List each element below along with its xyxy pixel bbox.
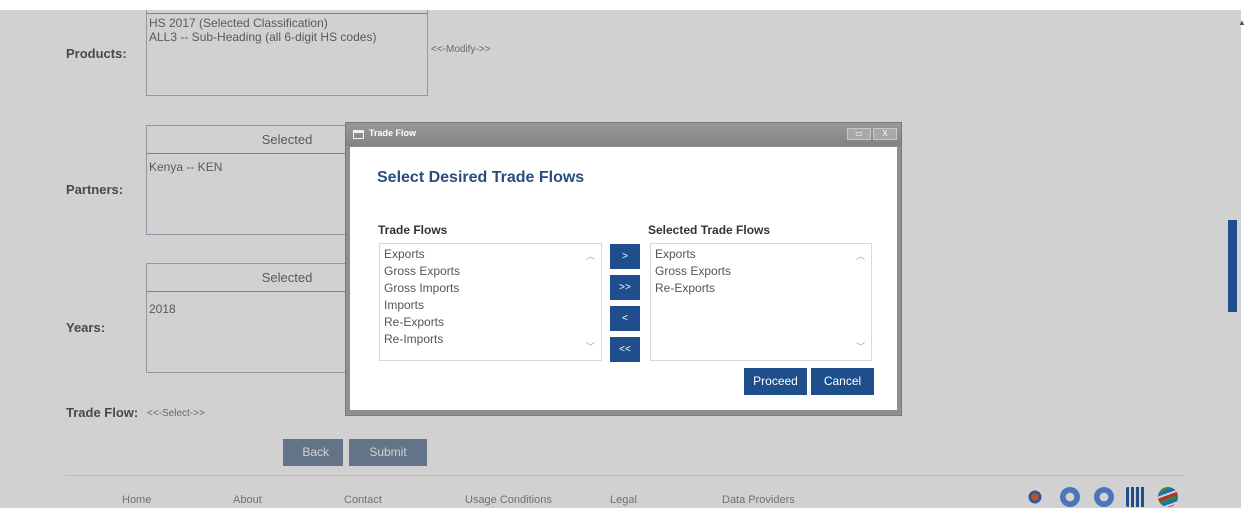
proceed-button[interactable]: Proceed: [744, 368, 807, 395]
list-item[interactable]: Exports: [384, 246, 597, 263]
list-item[interactable]: Imports: [384, 297, 597, 314]
scroll-down-icon[interactable]: ﹀: [586, 339, 595, 356]
list-item[interactable]: Re-Imports: [384, 331, 597, 348]
list-item[interactable]: Gross Exports: [655, 263, 867, 280]
dialog-titlebar[interactable]: Trade Flow ▭ X: [346, 123, 901, 146]
remove-button[interactable]: <: [610, 306, 640, 331]
list-item[interactable]: Exports: [655, 246, 867, 263]
list-item[interactable]: Gross Exports: [384, 263, 597, 280]
list-item[interactable]: Re-Exports: [384, 314, 597, 331]
dialog-title: Trade Flow: [369, 128, 417, 138]
selected-trade-flows-listbox[interactable]: Exports Gross Exports Re-Exports ︿ ﹀: [650, 243, 872, 361]
add-all-button[interactable]: >>: [610, 275, 640, 300]
top-strip: [0, 0, 1246, 10]
list-item[interactable]: Gross Imports: [384, 280, 597, 297]
list-item[interactable]: Re-Exports: [655, 280, 867, 297]
scroll-down-icon[interactable]: ﹀: [856, 339, 865, 356]
add-button[interactable]: >: [610, 244, 640, 269]
scroll-up-icon[interactable]: ︿: [586, 248, 595, 265]
dialog-body: Select Desired Trade Flows Trade Flows E…: [350, 147, 897, 410]
trade-flows-listbox[interactable]: Exports Gross Exports Gross Imports Impo…: [379, 243, 602, 361]
trade-flow-dialog: Trade Flow ▭ X Select Desired Trade Flow…: [345, 122, 902, 416]
remove-all-button[interactable]: <<: [610, 337, 640, 362]
scrollbar-thumb[interactable]: [1228, 220, 1237, 312]
selected-trade-flows-label: Selected Trade Flows: [648, 223, 771, 237]
close-button[interactable]: X: [873, 128, 897, 140]
scrollbar-track: [1241, 0, 1246, 508]
dialog-heading: Select Desired Trade Flows: [377, 169, 585, 186]
scroll-up-icon[interactable]: ︿: [856, 248, 865, 265]
scroll-up-arrow-icon[interactable]: ▲: [1238, 18, 1246, 27]
window-icon: [353, 130, 364, 139]
restore-button[interactable]: ▭: [847, 128, 871, 140]
cancel-button[interactable]: Cancel: [811, 368, 874, 395]
trade-flows-label: Trade Flows: [378, 223, 448, 237]
